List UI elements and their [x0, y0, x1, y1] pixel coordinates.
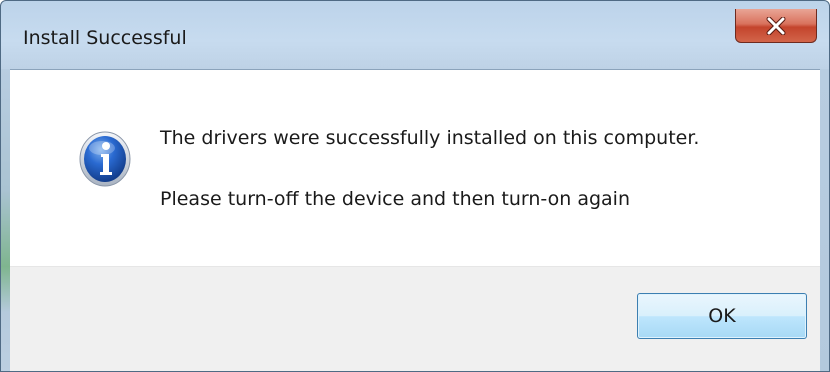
dialog-client-area: The drivers were successfully installed …	[10, 69, 820, 371]
button-bar: OK	[10, 266, 820, 371]
message-area: The drivers were successfully installed …	[10, 70, 820, 266]
window-frame-left	[1, 69, 10, 371]
ok-button[interactable]: OK	[637, 293, 807, 339]
close-icon	[766, 16, 786, 35]
window-title: Install Successful	[23, 27, 187, 49]
window-frame-right	[820, 69, 829, 371]
close-button[interactable]	[735, 9, 817, 43]
message-line-1: The drivers were successfully installed …	[160, 127, 700, 149]
dialog-window: Install Successful The drivers were succ…	[0, 0, 830, 372]
message-line-2: Please turn-off the device and then turn…	[160, 188, 630, 210]
info-icon	[79, 131, 131, 187]
